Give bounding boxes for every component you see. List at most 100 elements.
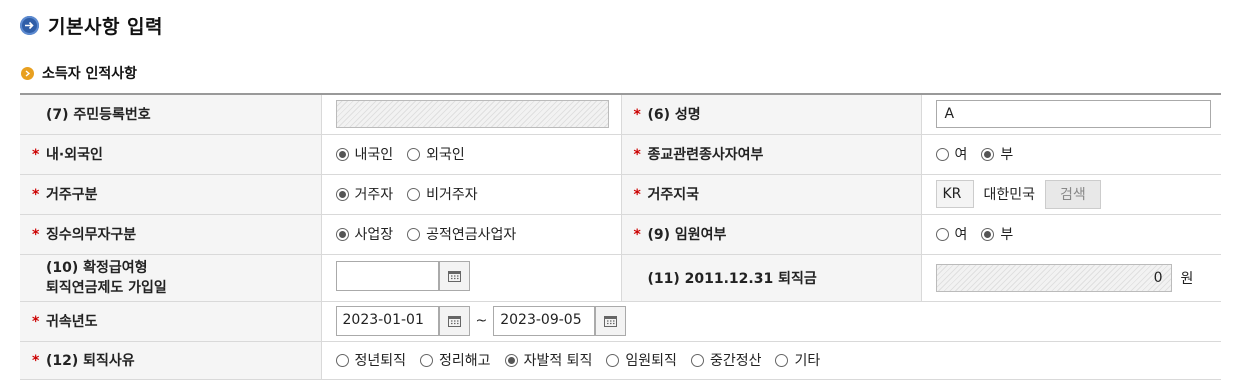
radio-button-checked[interactable]: [981, 147, 995, 161]
radio-nonresident[interactable]: 비거주자: [407, 184, 478, 204]
withholding-label: * 징수의무자구분: [20, 214, 321, 255]
radio-button[interactable]: [407, 147, 421, 161]
radio-executive-no[interactable]: 부: [981, 224, 1013, 244]
residence-cell: 거주자 비거주자: [320, 174, 621, 215]
religion-label: * 종교관련종사자여부: [620, 134, 921, 175]
db-pension-cell: [320, 254, 621, 302]
db-pension-label-line1: (10) 확정급여형: [46, 259, 148, 276]
radio-retirement-age[interactable]: 정년퇴직: [335, 350, 407, 370]
name-label-text: (6) 성명: [647, 107, 701, 124]
radio-button[interactable]: [690, 353, 704, 367]
radio-label: 기타: [794, 353, 821, 369]
page-title: 기본사항 입력: [48, 15, 163, 38]
resident-no-field: [335, 100, 609, 129]
residence-region-label-text: 거주지국: [647, 187, 700, 203]
radio-button-checked[interactable]: [335, 227, 349, 241]
required-mark: *: [32, 227, 40, 243]
radio-foreign[interactable]: 외국인: [407, 144, 465, 164]
reason-cell: 정년퇴직 정리해고 자발적 퇴직 임원퇴직 중간정산 기타: [320, 341, 1222, 380]
reason-radio-group: 정년퇴직 정리해고 자발적 퇴직 임원퇴직 중간정산 기타: [335, 350, 1222, 370]
form-row: * 징수의무자구분 사업장 공적연금사업자 * (9) 임원여부 여 부: [20, 214, 1221, 255]
radio-label: 외국인: [426, 147, 465, 163]
severance-2011-field: 0: [935, 263, 1172, 292]
radio-button[interactable]: [935, 227, 949, 241]
radio-label: 임원퇴직: [625, 353, 677, 369]
period-label-text: 귀속년도: [46, 314, 98, 330]
residence-region-cell: KR 대한민국 검색: [920, 174, 1221, 215]
required-mark: *: [32, 314, 40, 330]
radio-label: 공적연금사업자: [426, 227, 517, 243]
page-header: 기본사항 입력: [20, 10, 163, 40]
residence-label: * 거주구분: [20, 174, 321, 215]
withholding-radio-group: 사업장 공적연금사업자: [335, 224, 621, 244]
radio-button-checked[interactable]: [335, 187, 349, 201]
range-separator: ~: [475, 313, 488, 329]
radio-executive-retire[interactable]: 임원퇴직: [606, 350, 677, 370]
executive-label-text: (9) 임원여부: [647, 227, 727, 243]
nationality-label: * 내·외국인: [20, 134, 321, 175]
withholding-label-text: 징수의무자구분: [46, 227, 137, 243]
radio-label: 정년퇴직: [354, 353, 407, 369]
severance-2011-label: (11) 2011.12.31 퇴직금: [620, 254, 921, 302]
radio-religion-no[interactable]: 부: [981, 144, 1013, 164]
radio-button[interactable]: [606, 353, 620, 367]
required-mark: *: [633, 147, 641, 163]
calendar-icon[interactable]: [438, 260, 470, 291]
radio-label: 정리해고: [439, 353, 491, 369]
radio-public-pension[interactable]: 공적연금사업자: [407, 224, 516, 244]
severance-2011-cell: 0 원: [920, 254, 1221, 302]
required-mark: *: [633, 187, 641, 203]
radio-button[interactable]: [420, 353, 434, 367]
radio-domestic[interactable]: 내국인: [335, 144, 393, 164]
calendar-icon[interactable]: [595, 306, 627, 336]
resident-no-cell: [320, 93, 621, 135]
radio-voluntary[interactable]: 자발적 퇴직: [504, 350, 593, 370]
country-name: 대한민국: [983, 187, 1036, 203]
radio-button[interactable]: [935, 147, 949, 161]
required-mark: *: [633, 227, 641, 243]
radio-religion-yes[interactable]: 여: [935, 144, 967, 164]
period-from-input[interactable]: 2023-01-01: [335, 306, 439, 336]
radio-interim-settlement[interactable]: 중간정산: [690, 350, 762, 370]
period-to-input[interactable]: 2023-09-05: [493, 306, 596, 336]
nationality-cell: 내국인 외국인: [320, 134, 621, 175]
reason-label: * (12) 퇴직사유: [20, 341, 321, 380]
period-label: * 귀속년도: [20, 301, 321, 342]
resident-no-label-text: (7) 주민등록번호: [46, 107, 151, 124]
radio-button-checked[interactable]: [335, 147, 349, 161]
radio-button[interactable]: [407, 187, 421, 201]
radio-button-checked[interactable]: [504, 353, 518, 367]
radio-label: 중간정산: [709, 353, 762, 369]
nationality-radio-group: 내국인 외국인: [335, 144, 621, 164]
section-header: 소득자 인적사항: [21, 63, 137, 83]
radio-button-checked[interactable]: [981, 227, 995, 241]
currency-unit: 원: [1180, 270, 1194, 287]
radio-other[interactable]: 기타: [775, 350, 820, 370]
religion-radio-group: 여 부: [935, 144, 1222, 164]
radio-workplace[interactable]: 사업장: [335, 224, 394, 244]
executive-cell: 여 부: [920, 214, 1221, 255]
country-code-field: KR: [935, 180, 974, 208]
form-row: (7) 주민등록번호 * (6) 성명 A: [20, 93, 1221, 135]
radio-label: 부: [1000, 227, 1014, 243]
nationality-label-text: 내·외국인: [46, 147, 103, 163]
radio-label: 비거주자: [426, 187, 478, 203]
radio-label: 사업장: [354, 227, 394, 243]
radio-button[interactable]: [407, 227, 421, 241]
radio-label: 자발적 퇴직: [523, 353, 593, 369]
required-mark: *: [32, 147, 40, 163]
reason-label-text: (12) 퇴직사유: [46, 353, 135, 369]
radio-label: 여: [954, 227, 968, 243]
db-pension-date-input[interactable]: [335, 260, 439, 291]
calendar-icon[interactable]: [438, 306, 470, 336]
radio-layoff[interactable]: 정리해고: [420, 350, 491, 370]
radio-button[interactable]: [775, 353, 789, 367]
name-input[interactable]: A: [935, 100, 1211, 129]
section-title: 소득자 인적사항: [42, 66, 138, 82]
radio-button[interactable]: [335, 353, 349, 367]
form-row: * 거주구분 거주자 비거주자 * 거주지국 KR 대한민국 검색: [20, 174, 1221, 215]
radio-resident[interactable]: 거주자: [335, 184, 393, 204]
search-button[interactable]: 검색: [1045, 179, 1101, 209]
form-row: * 귀속년도 2023-01-01 ~ 2023-09-05: [20, 301, 1221, 342]
radio-executive-yes[interactable]: 여: [935, 224, 968, 244]
